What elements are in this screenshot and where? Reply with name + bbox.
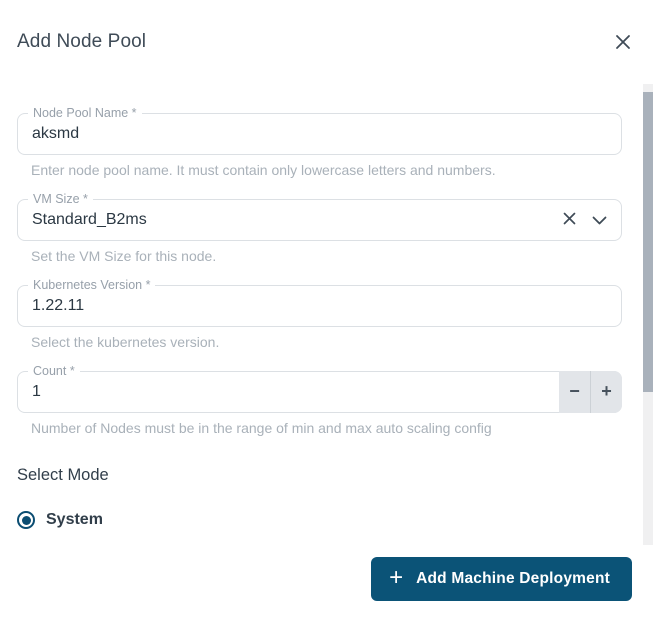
form-group-vm-size: VM Size * — [17, 199, 622, 265]
count-stepper: − + — [559, 371, 622, 413]
count-helper: Number of Nodes must be in the range of … — [31, 419, 622, 437]
form-group-node-pool-name: Node Pool Name * Enter node pool name. I… — [17, 113, 622, 179]
select-mode-heading: Select Mode — [17, 465, 653, 485]
close-button[interactable] — [613, 32, 633, 52]
count-decrement-button[interactable]: − — [559, 371, 591, 413]
vm-size-adornments — [563, 200, 607, 240]
minus-icon: − — [569, 381, 580, 402]
clear-icon — [563, 212, 576, 228]
count-field: Count * − + — [17, 371, 622, 413]
vm-size-input[interactable] — [18, 200, 621, 240]
vm-size-dropdown-button[interactable] — [592, 213, 607, 228]
form-group-kubernetes-version: Kubernetes Version * Select the kubernet… — [17, 285, 622, 351]
scrollbar-track[interactable] — [643, 84, 653, 545]
mode-option-system[interactable]: System — [17, 511, 653, 529]
node-pool-name-field: Node Pool Name * — [17, 113, 622, 155]
vm-size-label: VM Size * — [28, 191, 93, 207]
scrollbar-thumb[interactable] — [643, 92, 653, 392]
count-label: Count * — [28, 363, 80, 379]
kubernetes-version-label: Kubernetes Version * — [28, 277, 155, 293]
add-machine-deployment-label: Add Machine Deployment — [416, 570, 610, 588]
form-area: Node Pool Name * Enter node pool name. I… — [0, 113, 653, 437]
add-node-pool-dialog: { "dialog": { "title": "Add Node Pool" }… — [0, 0, 653, 636]
vm-size-helper: Set the VM Size for this node. — [31, 247, 622, 265]
kubernetes-version-helper: Select the kubernetes version. — [31, 333, 622, 351]
radio-selected-icon — [17, 511, 35, 529]
vm-size-field: VM Size * — [17, 199, 622, 241]
vm-size-clear-button[interactable] — [563, 212, 576, 228]
dialog-header: Add Node Pool — [0, 0, 653, 53]
chevron-down-icon — [592, 213, 607, 228]
dialog-title: Add Node Pool — [17, 31, 146, 53]
node-pool-name-helper: Enter node pool name. It must contain on… — [31, 161, 622, 179]
add-machine-deployment-button[interactable]: + Add Machine Deployment — [371, 557, 632, 601]
kubernetes-version-field: Kubernetes Version * — [17, 285, 622, 327]
count-increment-button[interactable]: + — [591, 371, 622, 413]
mode-option-label: System — [46, 511, 103, 529]
plus-icon: + — [389, 566, 403, 590]
plus-icon: + — [601, 381, 612, 402]
close-icon — [615, 34, 631, 50]
count-input[interactable] — [18, 372, 621, 412]
form-group-count: Count * − + Number of Nodes must be in t… — [17, 371, 622, 437]
node-pool-name-label: Node Pool Name * — [28, 105, 142, 121]
